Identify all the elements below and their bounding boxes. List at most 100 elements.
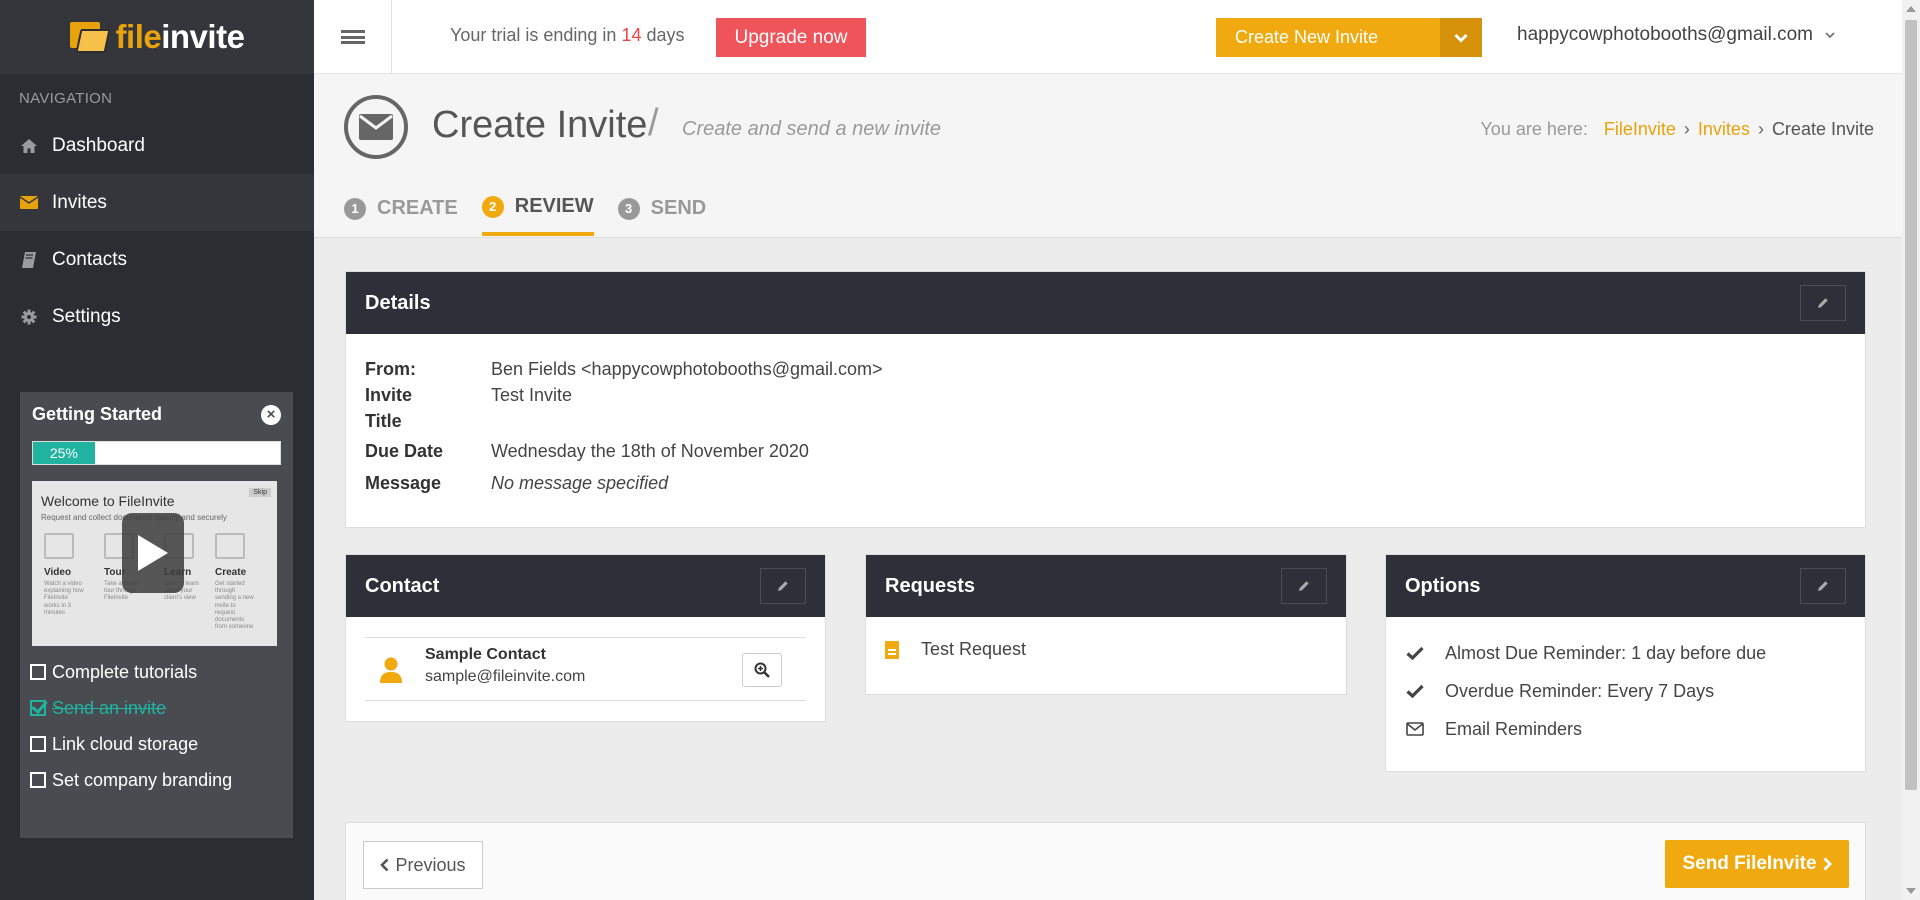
wizard-steps: 1 CREATE 2 REVIEW 3 SEND xyxy=(344,191,730,236)
tab-review[interactable]: 2 REVIEW xyxy=(481,191,594,236)
vertical-scrollbar[interactable] xyxy=(1902,0,1920,900)
tab-send[interactable]: 3 SEND xyxy=(617,191,707,236)
previous-label: Previous xyxy=(395,854,466,875)
detail-key: Message xyxy=(365,473,442,493)
pencil-icon xyxy=(1299,581,1309,591)
logo-text: fileinvite xyxy=(115,18,245,55)
title-separator: / xyxy=(648,102,659,144)
film-icon xyxy=(44,533,74,559)
option-label: Almost Due Reminder: 1 day before due xyxy=(1445,642,1767,663)
checkbox[interactable] xyxy=(30,772,46,788)
sidebar: fileinvite NAVIGATION Dashboard Invites … xyxy=(0,0,314,900)
chevron-left-icon xyxy=(380,858,389,872)
page-header: Create Invite / Create and send a new in… xyxy=(314,74,1902,238)
card-title: Contact xyxy=(365,574,440,597)
envelope-outline-icon xyxy=(1405,722,1425,736)
chevron-right-icon xyxy=(1823,857,1832,871)
option-label: Email Reminders xyxy=(1445,718,1583,739)
edit-contact-button[interactable] xyxy=(760,568,806,604)
sidebar-item-label: Dashboard xyxy=(52,134,145,156)
detail-row-message: Message No message specified xyxy=(346,470,1865,496)
contact-list-item: Sample Contact sample@fileinvite.com xyxy=(365,637,806,701)
previous-button[interactable]: Previous xyxy=(363,841,483,889)
sidebar-item-label: Invites xyxy=(52,191,107,213)
contact-card: Contact Sample Contact sample@fileinvite… xyxy=(345,554,826,722)
book-icon xyxy=(20,251,38,269)
video-skip: Skip xyxy=(249,488,271,497)
upgrade-button[interactable]: Upgrade now xyxy=(716,18,866,57)
detail-row-invite-title: Invite Title Test Invite xyxy=(346,382,1865,434)
sidebar-item-label: Contacts xyxy=(52,248,127,270)
pencil-icon xyxy=(1818,298,1828,308)
play-icon[interactable] xyxy=(122,513,184,593)
envelope-icon xyxy=(20,194,38,212)
welcome-video-thumbnail[interactable]: Welcome to FileInvite Request and collec… xyxy=(32,481,277,646)
pencil-icon xyxy=(1818,581,1828,591)
user-menu[interactable]: happycowphotobooths@gmail.com xyxy=(1517,24,1835,46)
step-number: 3 xyxy=(617,197,640,220)
card-title: Options xyxy=(1405,574,1481,597)
nav-heading: NAVIGATION xyxy=(19,90,113,107)
video-step: Video Watch a video explaining how FileI… xyxy=(44,533,84,617)
progress-bar: 25% xyxy=(32,441,281,465)
edit-options-button[interactable] xyxy=(1800,568,1846,604)
card-title: Requests xyxy=(885,574,976,597)
step-label: CREATE xyxy=(377,197,458,219)
detail-value: Ben Fields <happycowphotobooths@gmail.co… xyxy=(491,359,883,379)
envelope-icon xyxy=(344,95,408,159)
getting-started-title: Getting Started xyxy=(32,404,163,424)
options-list: Almost Due Reminder: 1 day before due Ov… xyxy=(1386,634,1865,748)
step-number: 2 xyxy=(481,195,504,218)
sidebar-item-settings[interactable]: Settings xyxy=(0,288,314,345)
card-title: Details xyxy=(365,291,431,314)
step-label: SEND xyxy=(650,197,707,219)
tab-create[interactable]: 1 CREATE xyxy=(344,191,458,236)
checkbox[interactable] xyxy=(30,736,46,752)
sidebar-item-contacts[interactable]: Contacts xyxy=(0,231,314,288)
create-new-invite-label[interactable]: Create New Invite xyxy=(1216,18,1440,57)
checkbox[interactable] xyxy=(30,664,46,680)
checklist-item[interactable]: Link cloud storage xyxy=(30,726,281,762)
send-fileinvite-button[interactable]: Send FileInvite xyxy=(1665,840,1849,888)
fileinvite-logo[interactable]: fileinvite xyxy=(69,18,245,56)
step-label: REVIEW xyxy=(514,195,594,217)
trial-days: 14 xyxy=(621,25,642,45)
checkbox-checked[interactable] xyxy=(30,700,46,716)
scroll-down-arrow-icon[interactable] xyxy=(1906,888,1916,894)
detail-value: Wednesday the 18th of November 2020 xyxy=(491,441,809,461)
scrollbar-thumb[interactable] xyxy=(1905,20,1917,790)
sidebar-item-dashboard[interactable]: Dashboard xyxy=(0,117,314,174)
option-label: Overdue Reminder: Every 7 Days xyxy=(1445,680,1715,701)
edit-requests-button[interactable] xyxy=(1281,568,1327,604)
request-label: Test Request xyxy=(921,639,1027,659)
breadcrumb-fileinvite[interactable]: FileInvite xyxy=(1604,119,1676,140)
option-almost-due-reminder: Almost Due Reminder: 1 day before due xyxy=(1386,634,1865,672)
sidebar-item-label: Settings xyxy=(52,305,121,327)
edit-details-button[interactable] xyxy=(1800,285,1846,321)
logo-bar: fileinvite xyxy=(0,0,314,74)
hamburger-menu-icon[interactable] xyxy=(314,0,392,74)
checklist-item[interactable]: Complete tutorials xyxy=(30,654,281,690)
checklist-item[interactable]: Set company branding xyxy=(30,762,281,798)
folder-logo-icon xyxy=(69,20,112,54)
video-step: Create Get started through sending a new… xyxy=(215,533,255,631)
envelope-plus-icon xyxy=(215,533,245,559)
view-contact-button[interactable] xyxy=(742,653,782,687)
chevron-down-icon xyxy=(1825,28,1835,42)
create-new-invite-button[interactable]: Create New Invite xyxy=(1216,18,1482,57)
checklist-item[interactable]: Send an invite xyxy=(30,690,281,726)
detail-value: No message specified xyxy=(491,473,669,493)
sidebar-item-invites[interactable]: Invites xyxy=(0,174,314,231)
breadcrumb-invites[interactable]: Invites xyxy=(1698,119,1750,140)
card-header: Options xyxy=(1386,555,1865,617)
scroll-up-arrow-icon[interactable] xyxy=(1906,6,1916,12)
video-title: Welcome to FileInvite xyxy=(41,493,175,509)
breadcrumb-current: Create Invite xyxy=(1771,119,1874,139)
detail-key: From: xyxy=(365,359,416,379)
document-icon xyxy=(885,640,899,659)
close-icon[interactable]: × xyxy=(261,404,281,425)
breadcrumb: You are here: FileInvite › Invites › Cre… xyxy=(1480,119,1874,140)
progress-fill: 25% xyxy=(33,442,95,464)
chevron-down-icon[interactable] xyxy=(1440,18,1482,57)
zoom-in-icon xyxy=(754,662,770,678)
